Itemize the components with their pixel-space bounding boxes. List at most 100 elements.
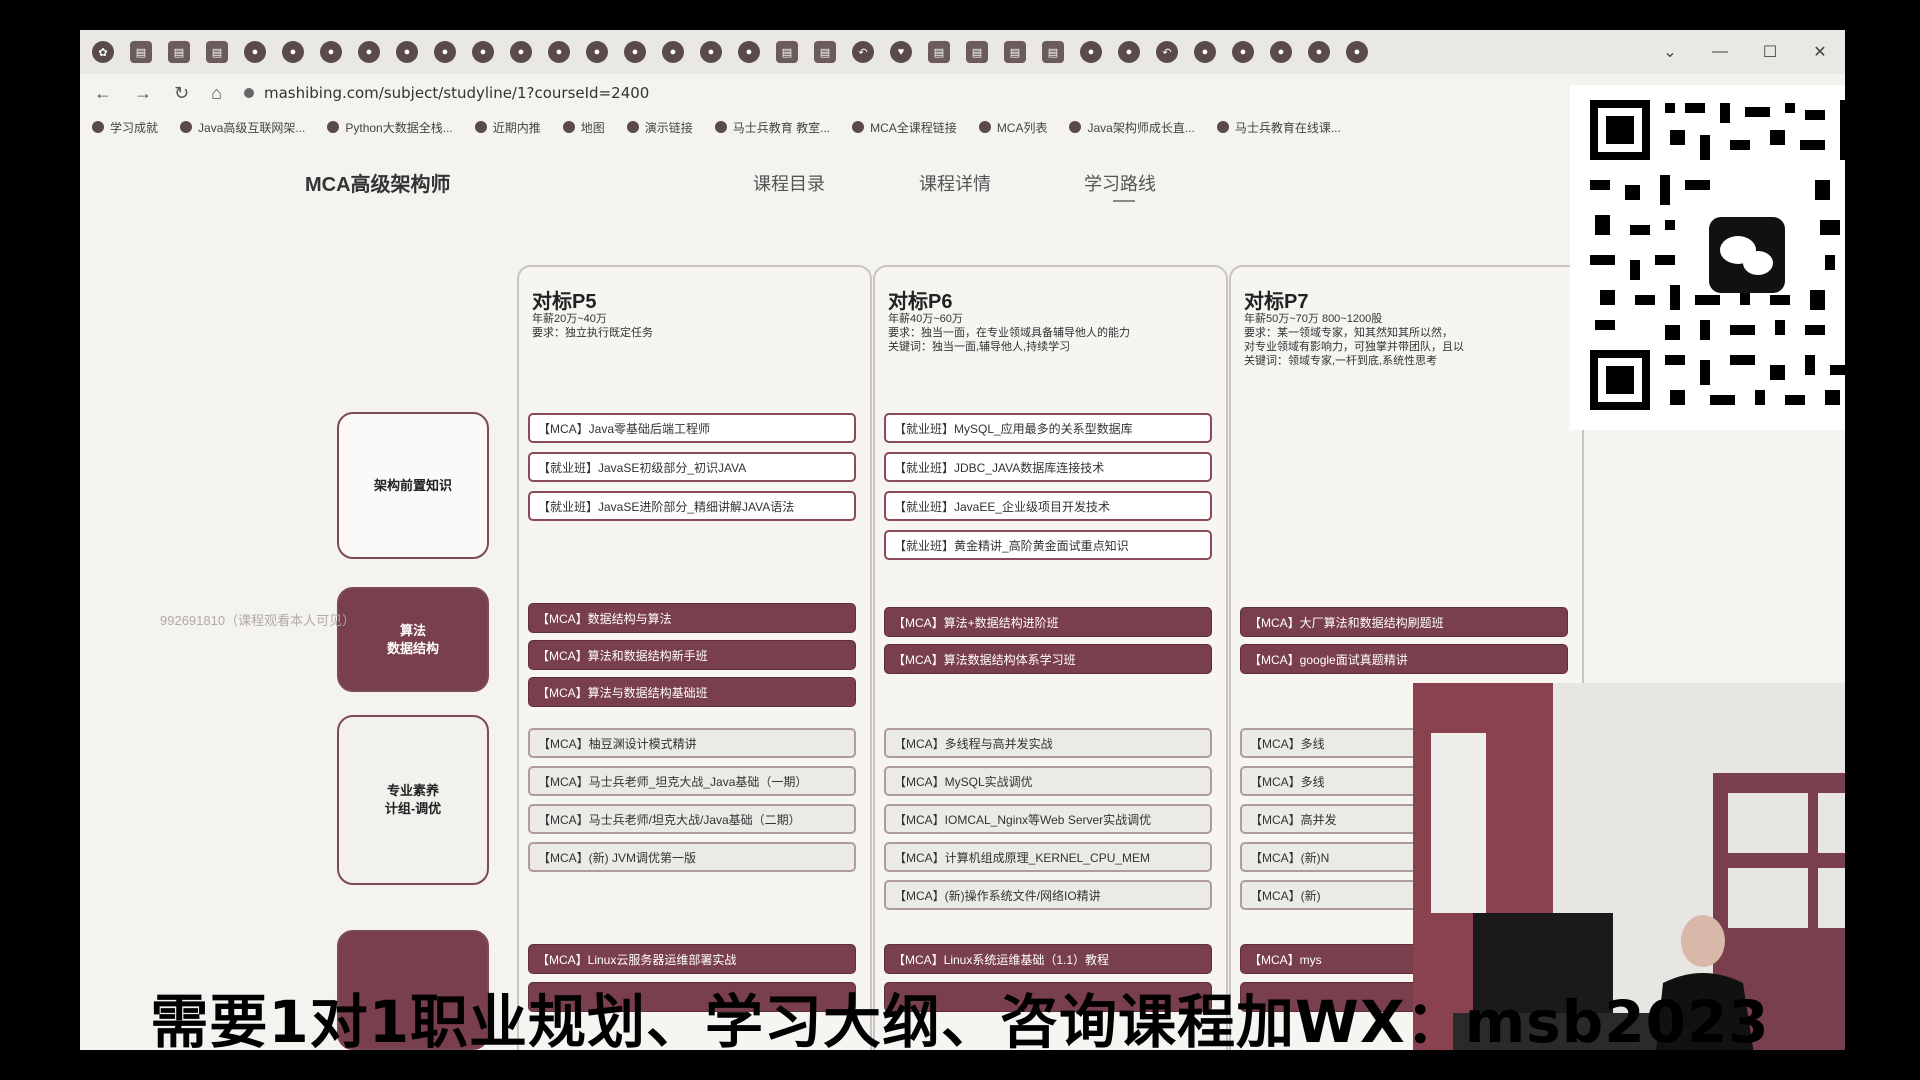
category-label: 算法 数据结构 [386,622,439,656]
bookmark-item[interactable]: MCA全课程链接 [852,119,957,136]
course-item[interactable]: 【MCA】MySQL实战调优 [884,766,1212,796]
tab-icon[interactable]: ● [624,41,646,63]
bookmark-item[interactable]: 学习成就 [92,119,158,136]
bookmark-item[interactable]: Python大数据全栈... [327,119,453,136]
tab-icon[interactable]: ● [510,41,532,63]
column-keywords-p7: 关键词：领域专家,一杆到底,系统性思考 [1244,355,1438,367]
back-icon[interactable]: ← [94,83,112,104]
bookmark-label: MCA全课程链接 [870,120,957,135]
category-architecture-prereq[interactable]: 架构前置知识 [337,412,489,559]
tab-icon[interactable]: ● [700,41,722,63]
course-item[interactable]: 【MCA】大厂算法和数据结构刷题班 [1240,607,1568,637]
tab-icon[interactable]: ● [358,41,380,63]
tab-icon[interactable]: ● [434,41,456,63]
tab-icon[interactable]: ▤ [1042,41,1064,63]
tab-list-icon[interactable]: ⌄ [1645,42,1695,62]
course-item[interactable]: 【就业班】JDBC_JAVA数据库连接技术 [884,452,1212,482]
course-item[interactable]: 【就业班】JavaSE进阶部分_精细讲解JAVA语法 [528,491,856,521]
bookmark-item[interactable]: 地图 [562,119,605,136]
tab-icon[interactable]: ▤ [130,41,152,63]
course-item[interactable]: 【MCA】google面试真题精讲 [1240,644,1568,674]
bookmark-item[interactable]: Java高级互联网架... [180,119,305,136]
tab-icon[interactable]: ● [282,41,304,63]
bookmark-label: Java高级互联网架... [198,120,306,135]
minimize-button[interactable]: — [1695,43,1745,61]
category-label: 架构前置知识 [373,477,452,493]
close-button[interactable]: ✕ [1795,42,1845,62]
course-item[interactable]: 【就业班】黄金精讲_高阶黄金面试重点知识 [884,530,1212,560]
url-field[interactable]: mashibing.com/subject/studyline/1?course… [264,84,649,102]
bookmark-item[interactable]: 演示链接 [626,119,693,136]
tab-icon[interactable]: ● [548,41,570,63]
bookmark-label: MCA列表 [996,120,1048,135]
course-item[interactable]: 【就业班】JavaSE初级部分_初识JAVA [528,452,856,482]
tab-icon[interactable]: ● [1194,41,1216,63]
tab-icon[interactable]: ▤ [206,41,228,63]
site-title[interactable]: MCA高级架构师 [305,168,451,197]
viewer-watermark: 992691810（课程观看本人可见） [160,613,356,628]
tab-icon[interactable]: ● [1232,41,1254,63]
tab-icon[interactable]: ● [662,41,684,63]
tab-icon[interactable]: ● [1346,41,1368,63]
tab-icon[interactable]: ● [244,41,266,63]
tab-icon[interactable]: ✿ [92,41,114,63]
tab-icon[interactable]: ● [472,41,494,63]
column-heading-p7: 对标P7 [1244,291,1309,313]
course-item[interactable]: 【MCA】(新) JVM调优第一版 [528,842,856,872]
course-item[interactable]: 【就业班】MySQL_应用最多的关系型数据库 [884,413,1212,443]
forward-icon[interactable]: → [134,83,152,104]
course-item[interactable]: 【MCA】计算机组成原理_KERNEL_CPU_MEM [884,842,1212,872]
course-item[interactable]: 【就业班】JavaEE_企业级项目开发技术 [884,491,1212,521]
tab-icon[interactable]: ● [320,41,342,63]
tab-icon[interactable]: ● [1118,41,1140,63]
course-item[interactable]: 【MCA】柚豆渊设计模式精讲 [528,728,856,758]
tab-icon[interactable]: ● [1270,41,1292,63]
nav-learning-path[interactable]: 学习路线 [1084,170,1156,196]
course-item[interactable]: 【MCA】算法与数据结构基础班 [528,677,856,707]
tab-icon[interactable]: ● [396,41,418,63]
course-item[interactable]: 【MCA】算法和数据结构新手班 [528,640,856,670]
course-item[interactable]: 【MCA】Linux云服务器运维部署实战 [528,944,856,974]
course-item[interactable]: 【MCA】马士兵老师/坦克大战/Java基础（二期） [528,804,856,834]
tab-icon[interactable]: ↶ [852,41,874,63]
tab-icon[interactable]: ● [1308,41,1330,63]
maximize-button[interactable]: ☐ [1745,42,1795,62]
tab-icon[interactable]: ▤ [1004,41,1026,63]
bookmark-item[interactable]: MCA列表 [978,119,1048,136]
bookmark-item[interactable]: 马士兵教育 教室... [714,119,830,136]
tab-icon[interactable]: ▤ [776,41,798,63]
column-salary-p7: 年薪50万~70万 800~1200股 [1244,313,1383,325]
bookmark-icon [1216,121,1229,133]
course-item[interactable]: 【MCA】马士兵老师_坦克大战_Java基础（一期） [528,766,856,796]
tab-icon[interactable]: ● [738,41,760,63]
course-item[interactable]: 【MCA】数据结构与算法 [528,603,856,633]
tab-icon[interactable]: ▤ [928,41,950,63]
tab-icon[interactable]: ● [1080,41,1102,63]
course-item[interactable]: 【MCA】Java零基础后端工程师 [528,413,856,443]
home-icon[interactable]: ⌂ [211,83,222,104]
course-item[interactable]: 【MCA】IOMCAL_Nginx等Web Server实战调优 [884,804,1212,834]
column-heading-p5: 对标P5 [532,291,597,313]
course-item[interactable]: 【MCA】算法数据结构体系学习班 [884,644,1212,674]
reload-icon[interactable]: ↻ [174,83,189,104]
tab-icon[interactable]: ▤ [168,41,190,63]
site-info-icon[interactable] [243,88,254,98]
bookmark-item[interactable]: 马士兵教育在线课... [1216,119,1341,136]
tab-icon[interactable]: ↶ [1156,41,1178,63]
nav-course-details[interactable]: 课程详情 [919,170,991,196]
bookmark-item[interactable]: Java架构师成长直... [1069,119,1195,136]
nav-course-catalog[interactable]: 课程目录 [753,170,825,196]
course-item[interactable]: 【MCA】多线程与高并发实战 [884,728,1212,758]
course-item[interactable]: 【MCA】Linux系统运维基础（1.1）教程 [884,944,1212,974]
bookmark-label: Python大数据全栈... [345,120,453,135]
tab-icon[interactable]: ▤ [814,41,836,63]
bookmark-item[interactable]: 近期内推 [474,119,541,136]
category-algorithms[interactable]: 算法 数据结构 [337,587,489,692]
course-item[interactable]: 【MCA】(新)操作系统文件/网络IO精讲 [884,880,1212,910]
tab-icon[interactable]: ♥ [890,41,912,63]
column-salary-p6: 年薪40万~60万 [888,313,963,325]
tab-icon[interactable]: ▤ [966,41,988,63]
tab-icon[interactable]: ● [586,41,608,63]
category-professional[interactable]: 专业素养 计组-调优 [337,715,489,885]
course-item[interactable]: 【MCA】算法+数据结构进阶班 [884,607,1212,637]
